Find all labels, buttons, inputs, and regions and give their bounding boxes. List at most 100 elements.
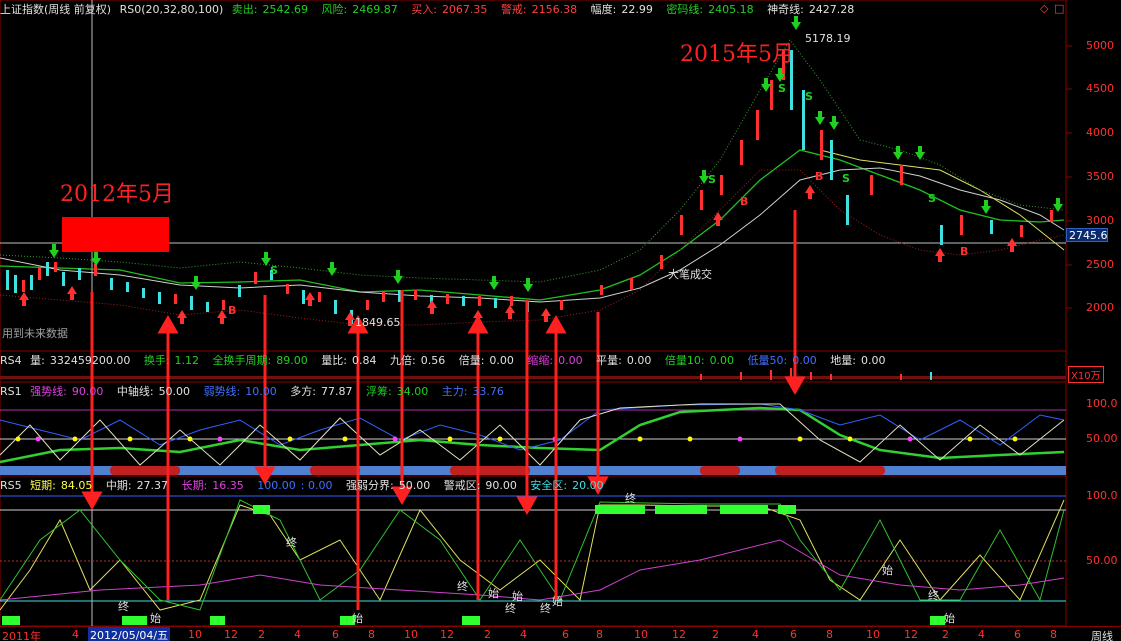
buy-label: 买入: — [411, 3, 437, 16]
rs4-low-value: 0.00 — [792, 354, 817, 367]
price-axis-label: 4000 — [1086, 126, 1114, 139]
amp-value: 22.99 — [621, 3, 653, 16]
rs5-mid-label: 中期: — [105, 479, 132, 492]
rs4-shrink-label: 缩缩: — [527, 354, 554, 367]
svg-text:S: S — [708, 173, 716, 186]
svg-text:终: 终 — [457, 579, 468, 593]
rs4-tenfold-value: 0.00 — [709, 354, 735, 367]
rs1-bull-value: 77.87 — [321, 385, 353, 398]
rs4-vol-value: 332459200.00 — [49, 354, 131, 367]
rs5-v0: : 0.00 — [300, 479, 333, 492]
date-label: 4 — [294, 628, 301, 641]
rs5-strong-weak-label: 强弱分界: — [345, 479, 394, 492]
diamond-icon[interactable]: ◇ — [1040, 2, 1048, 15]
rs4-ground-value: 0.00 — [860, 354, 886, 367]
rs1-weak-label: 弱势线: — [203, 385, 241, 398]
symbol-title[interactable]: 上证指数(周线 前复权) — [0, 3, 111, 16]
rs1-green-line — [0, 406, 1065, 464]
svg-text:终: 终 — [505, 601, 516, 615]
rs1-float-value: 34.00 — [396, 385, 429, 398]
volume-unit-label: X10万 — [1068, 366, 1104, 383]
date-label: 6 — [790, 628, 797, 641]
svg-text:终: 终 — [928, 588, 939, 602]
rs5-green-blocks — [2, 505, 945, 625]
rs5-yellow-line — [0, 499, 1065, 611]
date-label: 10 — [634, 628, 648, 641]
sell-arrows — [49, 16, 1063, 292]
svg-text:终: 终 — [118, 599, 129, 613]
indicator-name[interactable]: RS0(20,32,80,100) — [120, 3, 224, 16]
rs1-axis-label: 50.00 — [1086, 432, 1118, 445]
rs5-alert-value: 90.00 — [485, 479, 517, 492]
maximize-icon[interactable]: □ — [1054, 2, 1064, 15]
max-price-label: 5178.19 — [805, 32, 851, 45]
date-label: 4 — [72, 628, 79, 641]
rs1-main-value: 33.76 — [472, 385, 504, 398]
svg-text:B: B — [960, 245, 968, 258]
date-label: 2011年 — [2, 630, 41, 641]
date-label: 4 — [520, 628, 527, 641]
rs1-mid-value: 50.00 — [158, 385, 191, 398]
rs1-white-line — [0, 403, 1065, 466]
svg-text:B: B — [815, 170, 823, 183]
date-label: 6 — [1014, 628, 1021, 641]
big-trade-label: 大笔成交 — [668, 268, 712, 281]
date-label: 8 — [826, 628, 833, 641]
price-axis-label: 5000 — [1086, 39, 1114, 52]
main-indicator-bar: 上证指数(周线 前复权) RS0(20,32,80,100) 卖出: 2542.6… — [0, 1, 1066, 19]
sell-label: 卖出: — [231, 3, 258, 16]
price-axis-label: 2500 — [1086, 258, 1114, 271]
svg-text:S: S — [270, 264, 278, 277]
svg-text:始: 始 — [352, 611, 363, 625]
date-label: 10 — [188, 628, 202, 641]
svg-text:终: 终 — [540, 601, 551, 615]
rs5-alert-label: 警戒区: — [443, 479, 481, 492]
rs1-name[interactable]: RS1 — [0, 385, 22, 398]
rs1-indicator-bar: RS1 强势线: 90.00 中轴线: 50.00 弱势线: 10.00 多方: 77.… — [0, 383, 1066, 401]
rs4-tenfold-label: 倍量10: — [664, 354, 705, 367]
svg-text:S: S — [778, 82, 786, 95]
period-selector[interactable]: 周线 — [1091, 628, 1113, 641]
svg-text:S: S — [805, 90, 813, 103]
rs5-name[interactable]: RS5 — [0, 479, 22, 492]
rs1-axis-label: 100.0 — [1086, 397, 1118, 410]
date-label: 10 — [866, 628, 880, 641]
price-axis-label: 3000 — [1086, 214, 1114, 227]
svg-text:终: 终 — [286, 535, 297, 549]
cursor-date: 2012/05/04/五 — [88, 627, 171, 641]
rs4-double-label: 倍量: — [458, 354, 485, 367]
date-label: 2 — [484, 628, 491, 641]
rs4-name[interactable]: RS4 — [0, 354, 22, 367]
svg-text:始: 始 — [488, 586, 499, 600]
date-label: 6 — [562, 628, 569, 641]
svg-text:始: 始 — [944, 611, 955, 625]
annotation-2012: 2012年5月 — [60, 182, 174, 207]
rs1-main-label: 主力: — [441, 385, 468, 398]
svg-text:B: B — [740, 195, 748, 208]
rs4-full-turnover-label: 全换手周期: — [212, 354, 272, 367]
rs4-ratio-value: 0.84 — [351, 354, 377, 367]
svg-text:S: S — [842, 172, 850, 185]
date-label: 12 — [904, 628, 918, 641]
rs1-weak-value: 10.00 — [245, 385, 277, 398]
date-label: 12 — [440, 628, 454, 641]
rs1-bull-label: 多方: — [290, 385, 316, 398]
date-label: 2 — [258, 628, 265, 641]
rs4-jiubei-value: 0.56 — [420, 354, 446, 367]
secret-value: 2405.18 — [708, 3, 754, 16]
sell-value: 2542.69 — [262, 3, 309, 16]
risk-label: 风险: — [321, 3, 348, 16]
date-label: 12 — [672, 628, 686, 641]
secret-label: 密码线: — [666, 3, 704, 16]
rs5-magenta-line — [0, 539, 1065, 601]
date-axis: 2011年 4 2012/05/04/五 10 12 2 4 6 8 10 12… — [0, 626, 1121, 641]
rs4-double-value: 0.00 — [489, 354, 514, 367]
rs4-flat-value: 0.00 — [626, 354, 652, 367]
date-label: 6 — [332, 628, 339, 641]
current-price-tag: 2745.6 — [1066, 228, 1108, 242]
alert-label: 警戒: — [500, 3, 527, 16]
rs4-turnover-value: 1.12 — [174, 354, 200, 367]
chart-canvas: SS SS SS BB BB 终终始 始终始 终始终 始终始 终始 — [0, 0, 1072, 627]
svg-text:始: 始 — [512, 589, 523, 603]
rs4-flat-label: 平量: — [596, 354, 622, 367]
